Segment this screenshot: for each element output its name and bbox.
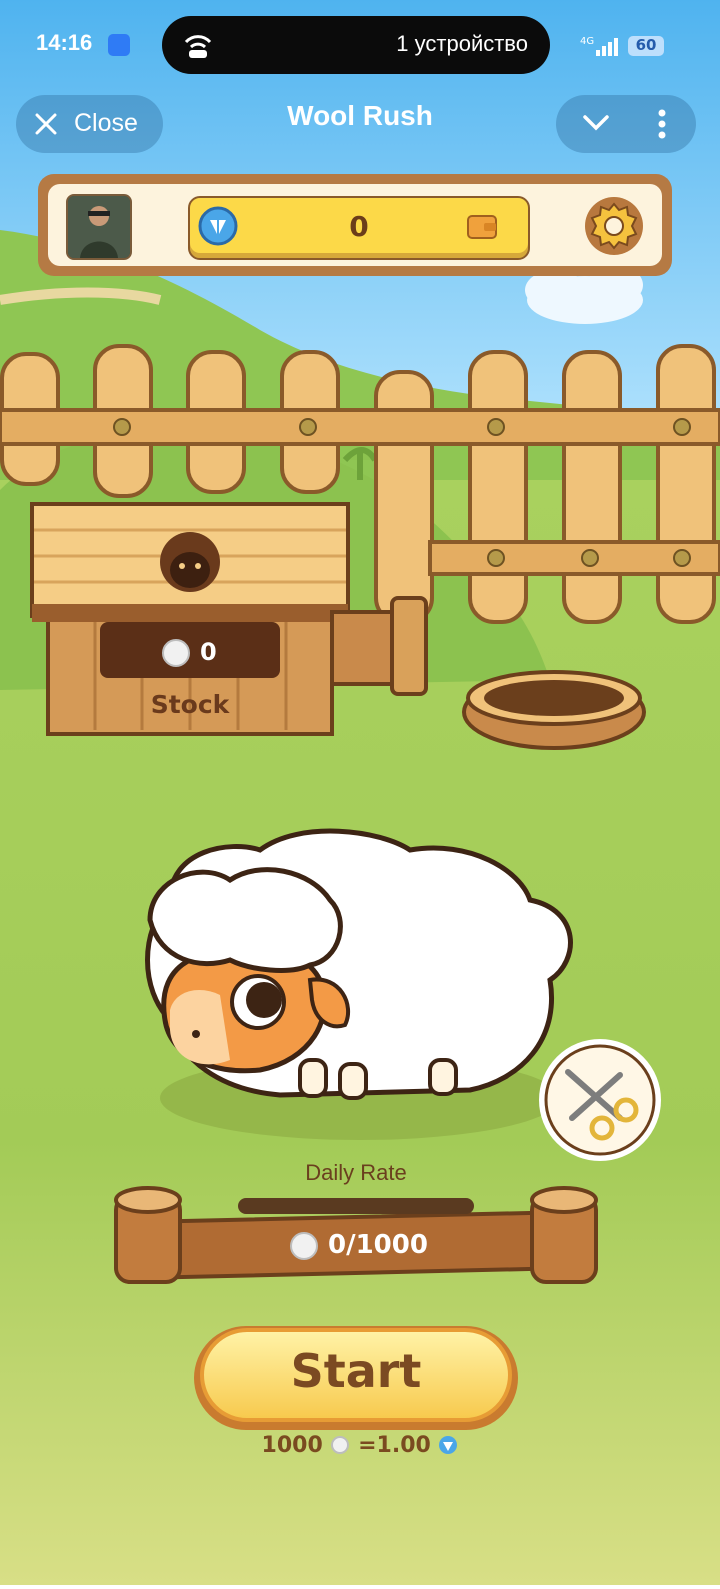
wool-ball-icon xyxy=(290,1232,318,1260)
daily-progress-track xyxy=(238,1198,474,1214)
clock: 14:16 xyxy=(36,30,93,55)
shear-button[interactable] xyxy=(540,1040,660,1160)
start-button[interactable]: Start xyxy=(194,1326,518,1430)
avatar-image xyxy=(68,196,130,258)
menu-button[interactable] xyxy=(556,95,696,153)
status-bar: 14:16 1 устройство 4G 60 xyxy=(0,0,720,92)
network-type: 4G xyxy=(580,36,594,47)
scissors-icon xyxy=(540,1040,660,1160)
daily-progress-text: 0/1000 xyxy=(328,1230,428,1260)
wool-ball-icon xyxy=(331,1436,350,1454)
more-options-icon[interactable] xyxy=(656,109,668,139)
rate-wool-amount: 1000 xyxy=(261,1433,323,1458)
dynamic-island-pill: 1 устройство xyxy=(162,16,550,74)
wifi-hotspot-icon xyxy=(184,35,212,58)
wallet-icon xyxy=(467,215,497,239)
stock-value: 0 xyxy=(200,638,217,666)
start-label: Start xyxy=(290,1344,422,1398)
android-notification-icon xyxy=(108,34,130,56)
rate-token-amount: =1.00 xyxy=(358,1433,431,1458)
battery-icon: 60 xyxy=(628,36,664,56)
battery-level: 60 xyxy=(635,36,657,54)
wool-ball-icon xyxy=(162,639,190,667)
signal-icon: 4G xyxy=(580,36,618,56)
close-label: Close xyxy=(74,109,138,137)
sheep xyxy=(145,828,573,1140)
diamond-token-icon xyxy=(439,1436,458,1454)
daily-rate-label: Daily Rate xyxy=(305,1160,407,1185)
settings-gear-icon[interactable] xyxy=(584,196,644,256)
close-button[interactable]: Close xyxy=(16,95,163,153)
avatar[interactable] xyxy=(66,194,132,260)
app-title: Wool Rush xyxy=(287,100,433,131)
game-scene: 14:16 1 устройство 4G 60 Close Wool Rush xyxy=(0,0,720,1585)
stock-label: Stock xyxy=(150,690,230,719)
exchange-rate: 1000 =1.00 xyxy=(200,1433,520,1458)
close-icon xyxy=(35,113,57,135)
pill-text: 1 устройство xyxy=(396,31,528,56)
chevron-down-icon[interactable] xyxy=(582,113,610,133)
balance-pill[interactable]: 0 xyxy=(188,196,530,260)
